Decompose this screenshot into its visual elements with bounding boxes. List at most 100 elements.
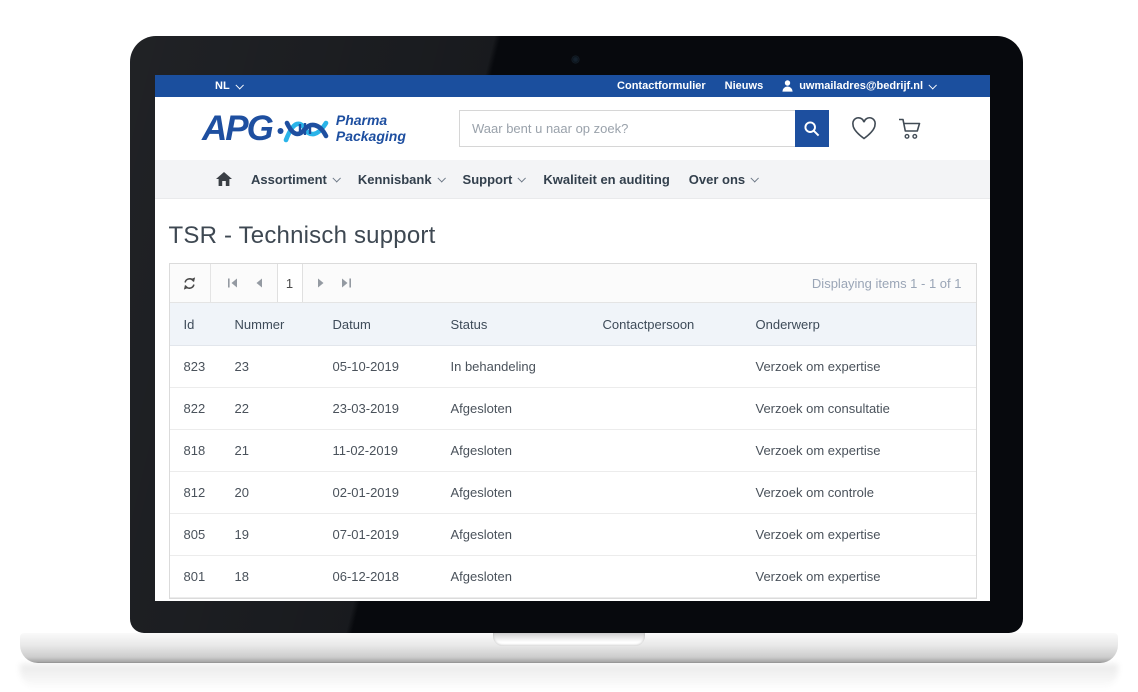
cell-nummer: 20 [221,472,319,514]
cell-nummer: 22 [221,388,319,430]
table-row[interactable]: 8011806-12-2018Afgesloten Verzoek om expe… [170,556,976,598]
main-navigation: Assortiment Kennisbank Support Kwaliteit en… [155,160,990,199]
site-header: APG Pharma Packaging [155,97,990,160]
language-label: NL [215,80,230,92]
grid-pager: 1 [220,264,360,302]
laptop-base [20,633,1118,663]
cell-id: 818 [170,430,221,472]
cell-nummer: 19 [221,514,319,556]
page-first-icon [227,278,238,288]
topbar-links: Contactformulier Nieuws uwmailadres@bedr… [617,80,935,92]
cell-datum: 23-03-2019 [319,388,437,430]
cell-datum: 05-10-2019 [319,346,437,388]
table-row[interactable]: 8182111-02-2019AfgeslotenVerzoek om expe… [170,430,976,472]
news-link[interactable]: Nieuws [725,80,764,92]
logo-text: APG [202,111,272,146]
table-header-row: IdNummerDatumStatusContactpersoonOnderwe… [170,303,976,346]
cell-contactpersoon [589,388,742,430]
cell-id: 823 [170,346,221,388]
wishlist-button[interactable] [850,116,878,141]
header-actions [459,110,924,147]
cell-nummer: 21 [221,430,319,472]
cell-contactpersoon [589,472,742,514]
cell-contactpersoon [589,514,742,556]
cell-onderwerp: Verzoek om expertise [742,514,976,556]
language-selector[interactable]: NL [215,80,242,92]
table-row[interactable]: 8222223-03-2019AfgeslotenVerzoek om cons… [170,388,976,430]
page-first-button[interactable] [220,264,246,302]
page-title: TSR - Technisch support [169,222,977,250]
search-box [459,110,829,147]
logo-tagline-line1: Pharma [336,113,406,128]
laptop-reflection [20,664,1118,690]
page-last-icon [341,278,352,288]
account-email: uwmailadres@bedrijf.nl [799,80,923,92]
cell-onderwerp: Verzoek om consultatie [742,388,976,430]
cell-onderwerp: Verzoek om expertise [742,346,976,388]
utility-topbar: NL Contactformulier Nieuws uwmailadres@b… [155,75,990,97]
nav-item-kennisbank[interactable]: Kennisbank [358,172,444,187]
cell-nummer: 23 [221,346,319,388]
current-page-indicator[interactable]: 1 [277,264,303,302]
cell-onderwerp: Verzoek om expertise [742,556,976,598]
column-header-id[interactable]: Id [170,303,221,346]
page-prev-icon [255,278,263,288]
cart-icon [897,116,924,141]
chevron-down-icon [235,81,243,89]
nav-menu: Assortiment Kennisbank Support Kwaliteit en… [251,172,757,187]
tsr-grid: 1 Displaying items 1 - 1 of 1 [169,263,977,599]
site-logo[interactable]: APG Pharma Packaging [202,111,406,147]
cell-datum: 02-01-2019 [319,472,437,514]
cell-status: Afgesloten [437,472,589,514]
cell-contactpersoon [589,556,742,598]
nav-item-label: Kennisbank [358,172,432,187]
contact-form-link[interactable]: Contactformulier [617,80,706,92]
table-row[interactable]: 8232305-10-2019In behandeling Verzoek om … [170,346,976,388]
cart-button[interactable] [897,116,924,141]
table-body: 8232305-10-2019In behandeling Verzoek om … [170,346,976,598]
nav-home-button[interactable] [216,172,232,186]
nav-item-support[interactable]: Support [463,172,525,187]
cell-id: 801 [170,556,221,598]
account-menu[interactable]: uwmailadres@bedrijf.nl [782,80,935,92]
nav-item-kwaliteit-en-auditing[interactable]: Kwaliteit en auditing [543,172,669,187]
column-header-nummer[interactable]: Nummer [221,303,319,346]
table-row[interactable]: 8051907-01-2019AfgeslotenVerzoek om expe… [170,514,976,556]
cell-onderwerp: Verzoek om controle [742,472,976,514]
page-last-button[interactable] [334,264,360,302]
search-button[interactable] [795,110,829,147]
nav-item-over-ons[interactable]: Over ons [689,172,757,187]
pager-status: Displaying items 1 - 1 of 1 [812,276,962,291]
refresh-icon [182,276,197,291]
column-header-status[interactable]: Status [437,303,589,346]
cell-status: In behandeling [437,346,589,388]
tsr-table: IdNummerDatumStatusContactpersoonOnderwe… [170,303,976,598]
home-icon [216,172,232,186]
page-prev-button[interactable] [246,264,272,302]
cell-datum: 07-01-2019 [319,514,437,556]
table-row[interactable]: 8122002-01-2019AfgeslotenVerzoek om cont… [170,472,976,514]
cell-status: Afgesloten [437,514,589,556]
nav-item-assortiment[interactable]: Assortiment [251,172,339,187]
webcam-icon [572,56,579,63]
cell-onderwerp: Verzoek om expertise [742,430,976,472]
cell-nummer: 18 [221,556,319,598]
column-header-datum[interactable]: Datum [319,303,437,346]
logo-tagline: Pharma Packaging [336,113,406,144]
grid-toolbar: 1 Displaying items 1 - 1 of 1 [170,264,976,303]
page-next-icon [317,278,325,288]
search-input[interactable] [459,110,795,147]
chevron-down-icon [928,81,936,89]
dna-logo-icon [277,111,329,147]
cell-datum: 06-12-2018 [319,556,437,598]
page-content: TSR - Technisch support [155,222,990,599]
column-header-onderwerp[interactable]: Onderwerp [742,303,976,346]
cell-contactpersoon [589,430,742,472]
cell-id: 822 [170,388,221,430]
cell-status: Afgesloten [437,556,589,598]
page-next-button[interactable] [308,264,334,302]
refresh-button[interactable] [170,264,211,302]
chevron-down-icon [518,174,526,182]
chevron-down-icon [332,174,340,182]
column-header-contactpersoon[interactable]: Contactpersoon [589,303,742,346]
